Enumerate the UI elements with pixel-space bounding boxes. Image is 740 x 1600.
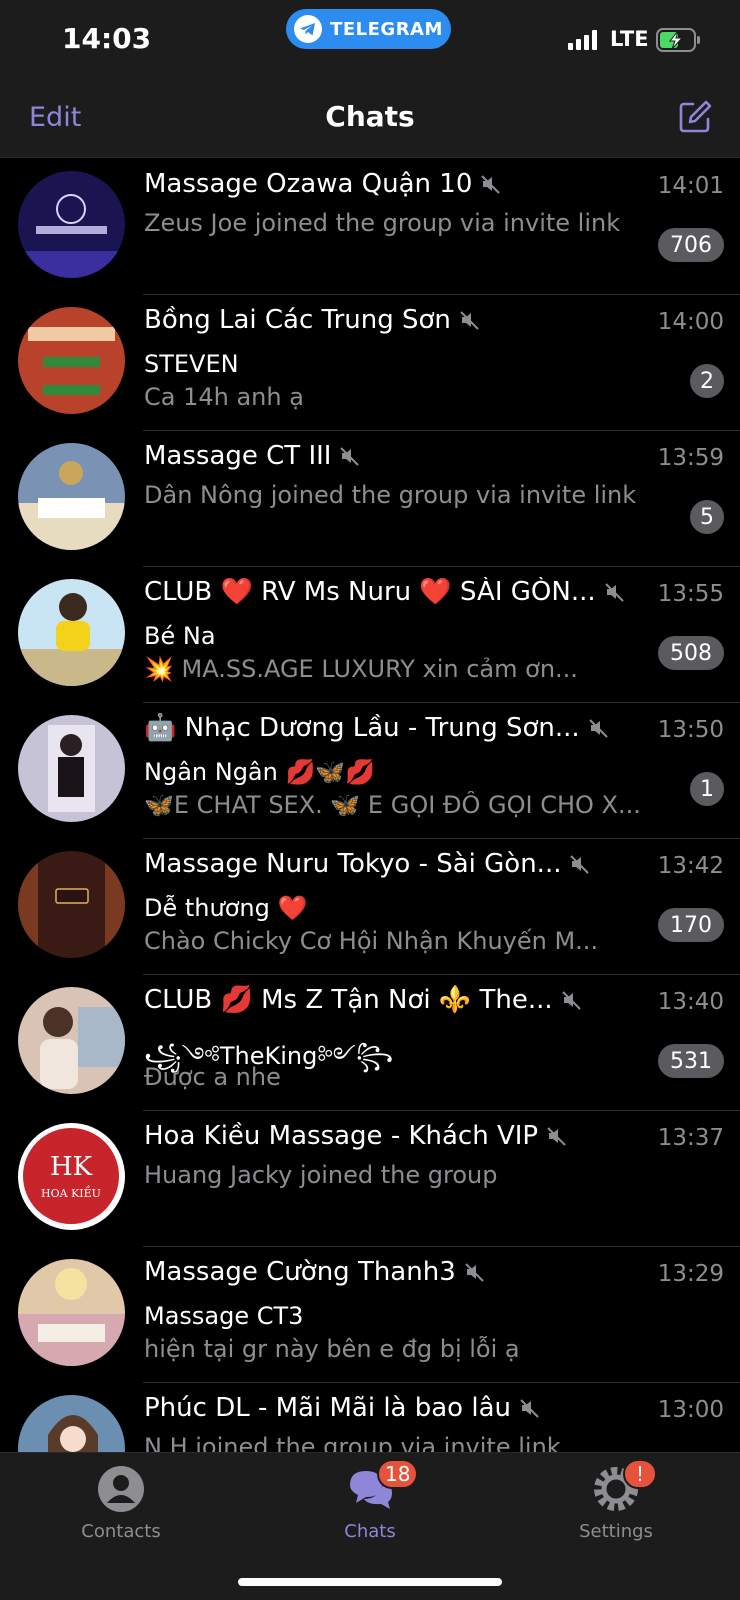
muted-icon bbox=[561, 991, 581, 1010]
chat-last-message: Chào Chicky Cơ Hội Nhận Khuyến M... bbox=[144, 927, 599, 955]
chat-last-message: 💥 MA.SS.AGE LUXURY xin cảm ơn... bbox=[144, 655, 578, 683]
muted-icon bbox=[520, 1399, 539, 1418]
chat-title: Massage Nuru Tokyo - Sài Gòn... bbox=[144, 849, 644, 879]
chat-time: 13:40 bbox=[657, 989, 724, 1015]
chat-title: Massage Ozawa Quận 10 bbox=[144, 169, 644, 199]
home-indicator bbox=[238, 1578, 502, 1586]
chat-avatar bbox=[18, 987, 125, 1094]
chat-time: 13:29 bbox=[657, 1261, 724, 1287]
chat-avatar bbox=[18, 307, 125, 414]
unread-chats-badge: 18 bbox=[377, 1459, 419, 1489]
chat-sender: Massage CT3 bbox=[144, 1302, 304, 1330]
tab-label: Settings bbox=[579, 1521, 653, 1542]
chat-title: Bồng Lai Các Trung Sơn bbox=[144, 305, 644, 335]
muted-icon bbox=[604, 583, 624, 602]
battery-charging-icon bbox=[656, 28, 700, 52]
tab-bar: Contacts 18 Chats ! Settings bbox=[0, 1452, 740, 1600]
chat-time: 14:01 bbox=[657, 173, 724, 199]
tab-settings[interactable]: ! Settings bbox=[541, 1459, 691, 1542]
compose-icon[interactable] bbox=[676, 98, 714, 136]
muted-icon bbox=[465, 1263, 484, 1282]
unread-badge: 531 bbox=[658, 1044, 724, 1078]
chat-sender: STEVEN bbox=[144, 350, 239, 378]
chat-row[interactable]: Bồng Lai Các Trung Sơn 14:00 STEVEN Ca 1… bbox=[0, 295, 740, 431]
chat-title: 🤖 Nhạc Dương Lầu - Trung Sơn... bbox=[144, 713, 644, 743]
unread-badge: 508 bbox=[658, 636, 724, 670]
chat-row[interactable]: Massage CT III 13:59 Dân Nông joined the… bbox=[0, 431, 740, 567]
chat-last-message: Dân Nông joined the group via invite lin… bbox=[144, 481, 637, 509]
chat-time: 14:00 bbox=[657, 309, 724, 335]
chat-last-message: hiện tại gr này bên e đg bị lỗi ạ bbox=[144, 1335, 520, 1363]
unread-badge: 170 bbox=[658, 908, 724, 942]
muted-icon bbox=[588, 719, 608, 738]
chat-avatar bbox=[18, 715, 125, 822]
chat-time: 13:55 bbox=[657, 581, 724, 607]
navigation-bar: Edit Chats bbox=[0, 80, 740, 158]
muted-icon bbox=[460, 311, 479, 330]
chat-avatar: HK HOA KIỀU bbox=[18, 1123, 125, 1230]
chat-avatar bbox=[18, 443, 125, 550]
chat-last-message: 🦋E CHAT SEX. 🦋 E GỌI ĐỒ GỌI CHO X... bbox=[144, 791, 641, 819]
chat-row[interactable]: HK HOA KIỀU Hoa Kiều Massage - Khách VIP … bbox=[0, 1111, 740, 1247]
chat-title: Massage CT III bbox=[144, 441, 644, 471]
chat-time: 13:42 bbox=[657, 853, 724, 879]
signal-icon bbox=[568, 30, 597, 50]
unread-badge: 5 bbox=[690, 500, 724, 534]
chat-row[interactable]: CLUB ❤️ RV Ms Nuru ❤️ SÀI GÒN... 13:55 B… bbox=[0, 567, 740, 703]
chat-row[interactable]: Massage Nuru Tokyo - Sài Gòn... 13:42 Dễ… bbox=[0, 839, 740, 975]
muted-icon bbox=[481, 175, 501, 194]
chat-row[interactable]: Phúc DL - Mãi Mãi là bao lâu 13:00 N.H j… bbox=[0, 1383, 740, 1452]
chat-last-message: Ca 14h anh ạ bbox=[144, 383, 304, 411]
chat-avatar bbox=[18, 1395, 125, 1452]
chat-sender: Bé Na bbox=[144, 622, 216, 650]
app-pill-label: TELEGRAM bbox=[330, 18, 443, 40]
return-to-app-pill[interactable]: TELEGRAM bbox=[286, 9, 451, 49]
chat-time: 13:00 bbox=[657, 1397, 724, 1423]
chat-sender: Ngân Ngân 💋🦋💋 bbox=[144, 758, 376, 786]
chat-last-message: Được a nhe bbox=[144, 1063, 281, 1091]
page-title: Chats bbox=[325, 100, 415, 133]
status-bar: 14:03 TELEGRAM LTE bbox=[0, 0, 740, 80]
tab-contacts[interactable]: Contacts bbox=[46, 1463, 196, 1542]
network-type: LTE bbox=[610, 27, 649, 51]
chat-title: CLUB 💋 Ms Z Tận Nơi ⚜️ The... bbox=[144, 985, 644, 1015]
chat-row[interactable]: CLUB 💋 Ms Z Tận Nơi ⚜️ The... 13:40 ꧁༺Th… bbox=[0, 975, 740, 1111]
chat-title: Phúc DL - Mãi Mãi là bao lâu bbox=[144, 1393, 644, 1423]
tab-label: Chats bbox=[344, 1521, 396, 1542]
chat-title: Massage Cường Thanh3 bbox=[144, 1257, 644, 1287]
chat-list[interactable]: Massage Ozawa Quận 10 14:01 Zeus Joe joi… bbox=[0, 159, 740, 1452]
chat-last-message: N.H joined the group via invite link bbox=[144, 1433, 561, 1452]
unread-badge: 706 bbox=[658, 228, 724, 262]
muted-icon bbox=[570, 855, 590, 874]
chat-avatar bbox=[18, 579, 125, 686]
tab-label: Contacts bbox=[81, 1521, 161, 1542]
chat-time: 13:37 bbox=[657, 1125, 724, 1151]
chat-title: Hoa Kiều Massage - Khách VIP bbox=[144, 1121, 644, 1151]
svg-text:HK: HK bbox=[50, 1152, 93, 1182]
unread-badge: 1 bbox=[690, 772, 724, 806]
chat-avatar bbox=[18, 171, 125, 278]
chat-row[interactable]: Massage Cường Thanh3 13:29 Massage CT3 h… bbox=[0, 1247, 740, 1383]
muted-icon bbox=[547, 1127, 566, 1146]
chat-row[interactable]: 🤖 Nhạc Dương Lầu - Trung Sơn... 13:50 Ng… bbox=[0, 703, 740, 839]
chat-title: CLUB ❤️ RV Ms Nuru ❤️ SÀI GÒN... bbox=[144, 577, 644, 607]
settings-alert-badge: ! bbox=[623, 1459, 657, 1489]
status-time: 14:03 bbox=[62, 22, 152, 55]
chat-avatar bbox=[18, 851, 125, 958]
chat-last-message: Zeus Joe joined the group via invite lin… bbox=[144, 209, 621, 237]
tab-chats[interactable]: 18 Chats bbox=[295, 1459, 445, 1542]
muted-icon bbox=[340, 447, 360, 466]
chat-sender: Dễ thương ❤️ bbox=[144, 894, 308, 922]
chat-time: 13:59 bbox=[657, 445, 724, 471]
chat-last-message: Huang Jacky joined the group bbox=[144, 1161, 498, 1189]
svg-text:HOA KIỀU: HOA KIỀU bbox=[41, 1185, 101, 1200]
contacts-icon bbox=[98, 1466, 144, 1512]
chat-time: 13:50 bbox=[657, 717, 724, 743]
telegram-icon bbox=[294, 15, 323, 43]
unread-badge: 2 bbox=[690, 364, 724, 398]
chat-row[interactable]: Massage Ozawa Quận 10 14:01 Zeus Joe joi… bbox=[0, 159, 740, 295]
chat-avatar bbox=[18, 1259, 125, 1366]
